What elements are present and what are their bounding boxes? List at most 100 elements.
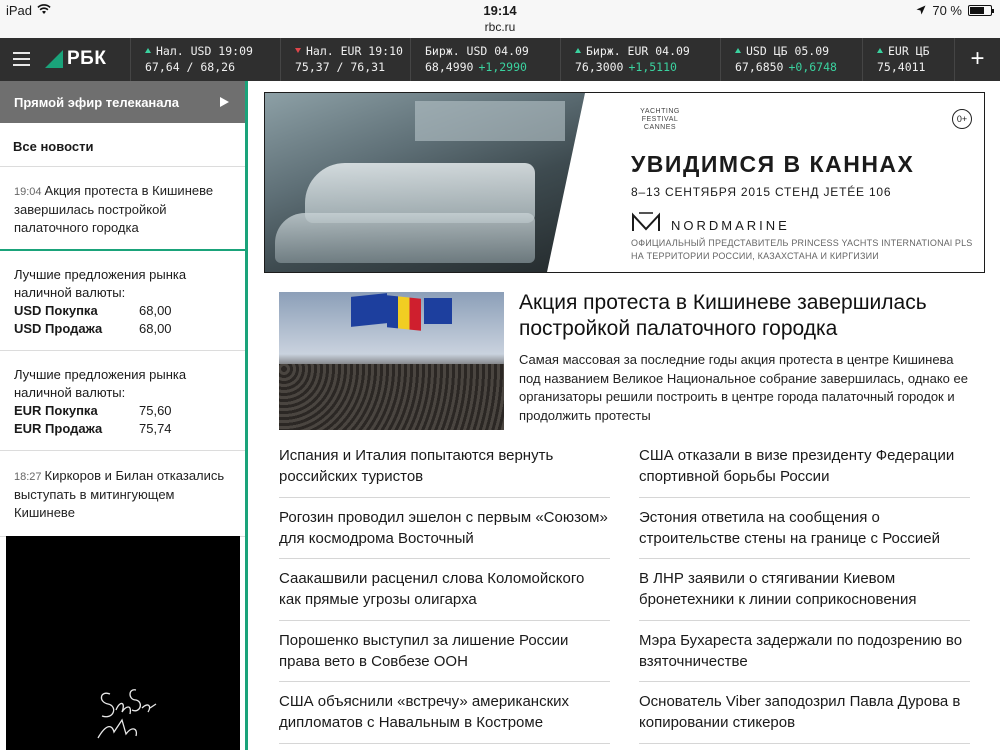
news-list-item[interactable]: Рогозин проводил эшелон с первым «Союзом… bbox=[279, 498, 610, 559]
rate-row: EUR Покупка 75,60 bbox=[14, 402, 231, 420]
news-list-item[interactable]: Мэра Бухареста задержали по подозрению в… bbox=[639, 621, 970, 682]
ticker-change: +0,6748 bbox=[788, 60, 837, 74]
news-list-item[interactable]: Саакашвили расценил слова Коломойского к… bbox=[279, 559, 610, 621]
sidebar-news-item[interactable]: 19:04 Акция протеста в Кишиневе завершила… bbox=[0, 167, 245, 251]
sidebar: Прямой эфир телеканала Все новости 19:04… bbox=[0, 81, 245, 750]
ticker-change: +1,5110 bbox=[628, 60, 677, 74]
address-bar-url[interactable]: rbc.ru bbox=[0, 20, 1000, 34]
sidebar-news-item[interactable]: 18:27 Киркоров и Билан отказались выступа… bbox=[0, 451, 245, 537]
news-list-item[interactable]: США отказали в визе президенту Федерации… bbox=[639, 436, 970, 498]
ticker-label-row: Нал. EUR 19:10 bbox=[295, 43, 410, 58]
arrow-up-icon bbox=[575, 48, 581, 53]
news-list-item[interactable]: В ЛНР заявили о стягивании Киевом бронет… bbox=[639, 559, 970, 621]
location-arrow-icon bbox=[916, 3, 926, 18]
lead-story-title[interactable]: Акция протеста в Кишиневе завершилась по… bbox=[519, 290, 989, 342]
rate-value: 68,00 bbox=[139, 321, 172, 336]
crowd bbox=[279, 364, 504, 430]
rbc-logo[interactable]: РБК bbox=[45, 48, 106, 70]
ticker-label: USD ЦБ 05.09 bbox=[746, 43, 830, 58]
arrow-up-icon bbox=[145, 48, 151, 53]
live-tv-label: Прямой эфир телеканала bbox=[14, 95, 180, 110]
status-right: 70 % bbox=[916, 3, 994, 18]
news-list-item[interactable]: США объяснили «встречу» американских дип… bbox=[279, 682, 610, 744]
eu-flag bbox=[351, 293, 387, 327]
status-bar: iPad 19:14 rbc.ru 70 % bbox=[0, 0, 1000, 38]
ticker-value-row: 68,4990 +1,2990 bbox=[425, 60, 560, 75]
moldova-flag bbox=[387, 295, 421, 331]
play-icon bbox=[220, 97, 229, 107]
festival-logo: YACHTING FESTIVAL CANNES bbox=[640, 108, 680, 131]
eu-flag bbox=[424, 298, 452, 324]
ticker-label-row: Нал. USD 19:09 bbox=[145, 43, 280, 58]
fineprint-line: ОФИЦИАЛЬНЫЙ ПРЕДСТАВИТЕЛЬ PRINCESS YACHT… bbox=[631, 238, 973, 248]
menu-icon[interactable] bbox=[13, 52, 30, 66]
ticker-value: 75,37 / 76,31 bbox=[295, 60, 386, 74]
nordmarine-mark-icon bbox=[631, 211, 661, 239]
banner-ad[interactable]: YACHTING FESTIVAL CANNES 0+ УВИДИМСЯ В К… bbox=[264, 92, 985, 273]
yacht-photo bbox=[265, 93, 585, 272]
sidebar-divider bbox=[245, 81, 248, 750]
all-news-link[interactable]: Все новости bbox=[0, 123, 245, 167]
ticker-value-row: 67,6850 +0,6748 bbox=[735, 60, 862, 75]
news-list-right: США отказали в визе президенту Федерации… bbox=[639, 436, 970, 744]
eur-cash-rates: Лучшие предложения рынка наличной валюты… bbox=[0, 351, 245, 451]
news-time: 18:27 bbox=[14, 471, 42, 483]
signature-logo bbox=[97, 689, 157, 739]
ticker-label-row: Бирж. EUR 04.09 bbox=[575, 43, 720, 58]
ticker-value: 67,6850 bbox=[735, 60, 784, 74]
rate-label: EUR Покупка bbox=[14, 403, 98, 418]
news-list-item[interactable]: Порошенко выступил за лишение России пра… bbox=[279, 621, 610, 682]
clock: 19:14 bbox=[483, 3, 517, 18]
rate-row: USD Покупка 68,00 bbox=[14, 302, 231, 320]
ticker-value: 76,3000 bbox=[575, 60, 624, 74]
ticker-item[interactable]: Нал. EUR 19:10 75,37 / 76,31 bbox=[280, 38, 410, 81]
rate-row: USD Продажа 68,00 bbox=[14, 320, 231, 338]
rate-label: USD Продажа bbox=[14, 321, 103, 336]
nordmarine-logo: NORDMARINE bbox=[631, 211, 790, 239]
currency-ticker: Нал. USD 19:09 67,64 / 68,26 Нал. EUR 19:1… bbox=[130, 38, 942, 81]
battery-percent: 70 % bbox=[932, 3, 962, 18]
news-list-item[interactable]: Эстония ответила на сообщения о строител… bbox=[639, 498, 970, 559]
ticker-value-row: 76,3000 +1,5110 bbox=[575, 60, 720, 75]
battery-icon bbox=[968, 5, 994, 16]
ticker-value: 68,4990 bbox=[425, 60, 474, 74]
usd-cash-rates: Лучшие предложения рынка наличной валюты… bbox=[0, 251, 245, 351]
ticker-item[interactable]: Бирж. USD 04.09 68,4990 +1,2990 bbox=[410, 38, 560, 81]
rate-label: EUR Продажа bbox=[14, 421, 103, 436]
banner-fineprint: ОФИЦИАЛЬНЫЙ ПРЕДСТАВИТЕЛЬ PRINCESS YACHT… bbox=[631, 237, 972, 263]
rates-title: Лучшие предложения рынка наличной валюты… bbox=[14, 267, 187, 300]
arrow-down-icon bbox=[295, 48, 301, 53]
ticker-label: EUR ЦБ bbox=[888, 43, 930, 58]
logo-text: РБК bbox=[67, 48, 107, 69]
news-list-item[interactable]: Основатель Viber заподозрил Павла Дурова… bbox=[639, 682, 970, 744]
plus-button[interactable]: + bbox=[954, 38, 1000, 81]
rate-value: 75,74 bbox=[139, 421, 172, 436]
ticker-label-row: Бирж. USD 04.09 bbox=[425, 43, 560, 58]
news-list-item[interactable]: Испания и Италия попытаются вернуть росс… bbox=[279, 436, 610, 498]
rate-value: 68,00 bbox=[139, 303, 172, 318]
arrow-up-icon bbox=[735, 48, 741, 53]
ticker-item[interactable]: Бирж. EUR 04.09 76,3000 +1,5110 bbox=[560, 38, 720, 81]
live-tv-button[interactable]: Прямой эфир телеканала bbox=[0, 81, 245, 123]
ticker-change: +1,2990 bbox=[478, 60, 527, 74]
logo-mark-icon bbox=[45, 50, 63, 68]
banner-subline: 8–13 СЕНТЯБРЯ 2015 СТЕНД JETÉE 106 bbox=[631, 185, 892, 199]
ticker-item[interactable]: Нал. USD 19:09 67,64 / 68,26 bbox=[130, 38, 280, 81]
lead-story-description: Самая массовая за последние годы акция п… bbox=[519, 352, 968, 423]
ticker-value-row: 75,4011 bbox=[877, 60, 942, 75]
ticker-value: 75,4011 bbox=[877, 60, 926, 74]
ticker-value-row: 75,37 / 76,31 bbox=[295, 60, 410, 75]
news-headline: Акция протеста в Кишиневе завершилась по… bbox=[14, 183, 214, 235]
news-list-left: Испания и Италия попытаются вернуть росс… bbox=[279, 436, 610, 744]
arrow-up-icon bbox=[877, 48, 883, 53]
ticker-value-row: 67,64 / 68,26 bbox=[145, 60, 280, 75]
rate-row: EUR Продажа 75,74 bbox=[14, 420, 231, 438]
ticker-item[interactable]: USD ЦБ 05.09 67,6850 +0,6748 bbox=[720, 38, 862, 81]
ticker-label-row: EUR ЦБ bbox=[877, 43, 942, 58]
ticker-label: Нал. USD 19:09 bbox=[156, 43, 253, 58]
ticker-item[interactable]: EUR ЦБ 75,4011 bbox=[862, 38, 942, 81]
banner-headline: УВИДИМСЯ В КАННАХ bbox=[631, 151, 915, 177]
news-time: 19:04 bbox=[14, 186, 42, 198]
ticker-label: Нал. EUR 19:10 bbox=[306, 43, 403, 58]
lead-story-photo[interactable] bbox=[279, 292, 504, 430]
